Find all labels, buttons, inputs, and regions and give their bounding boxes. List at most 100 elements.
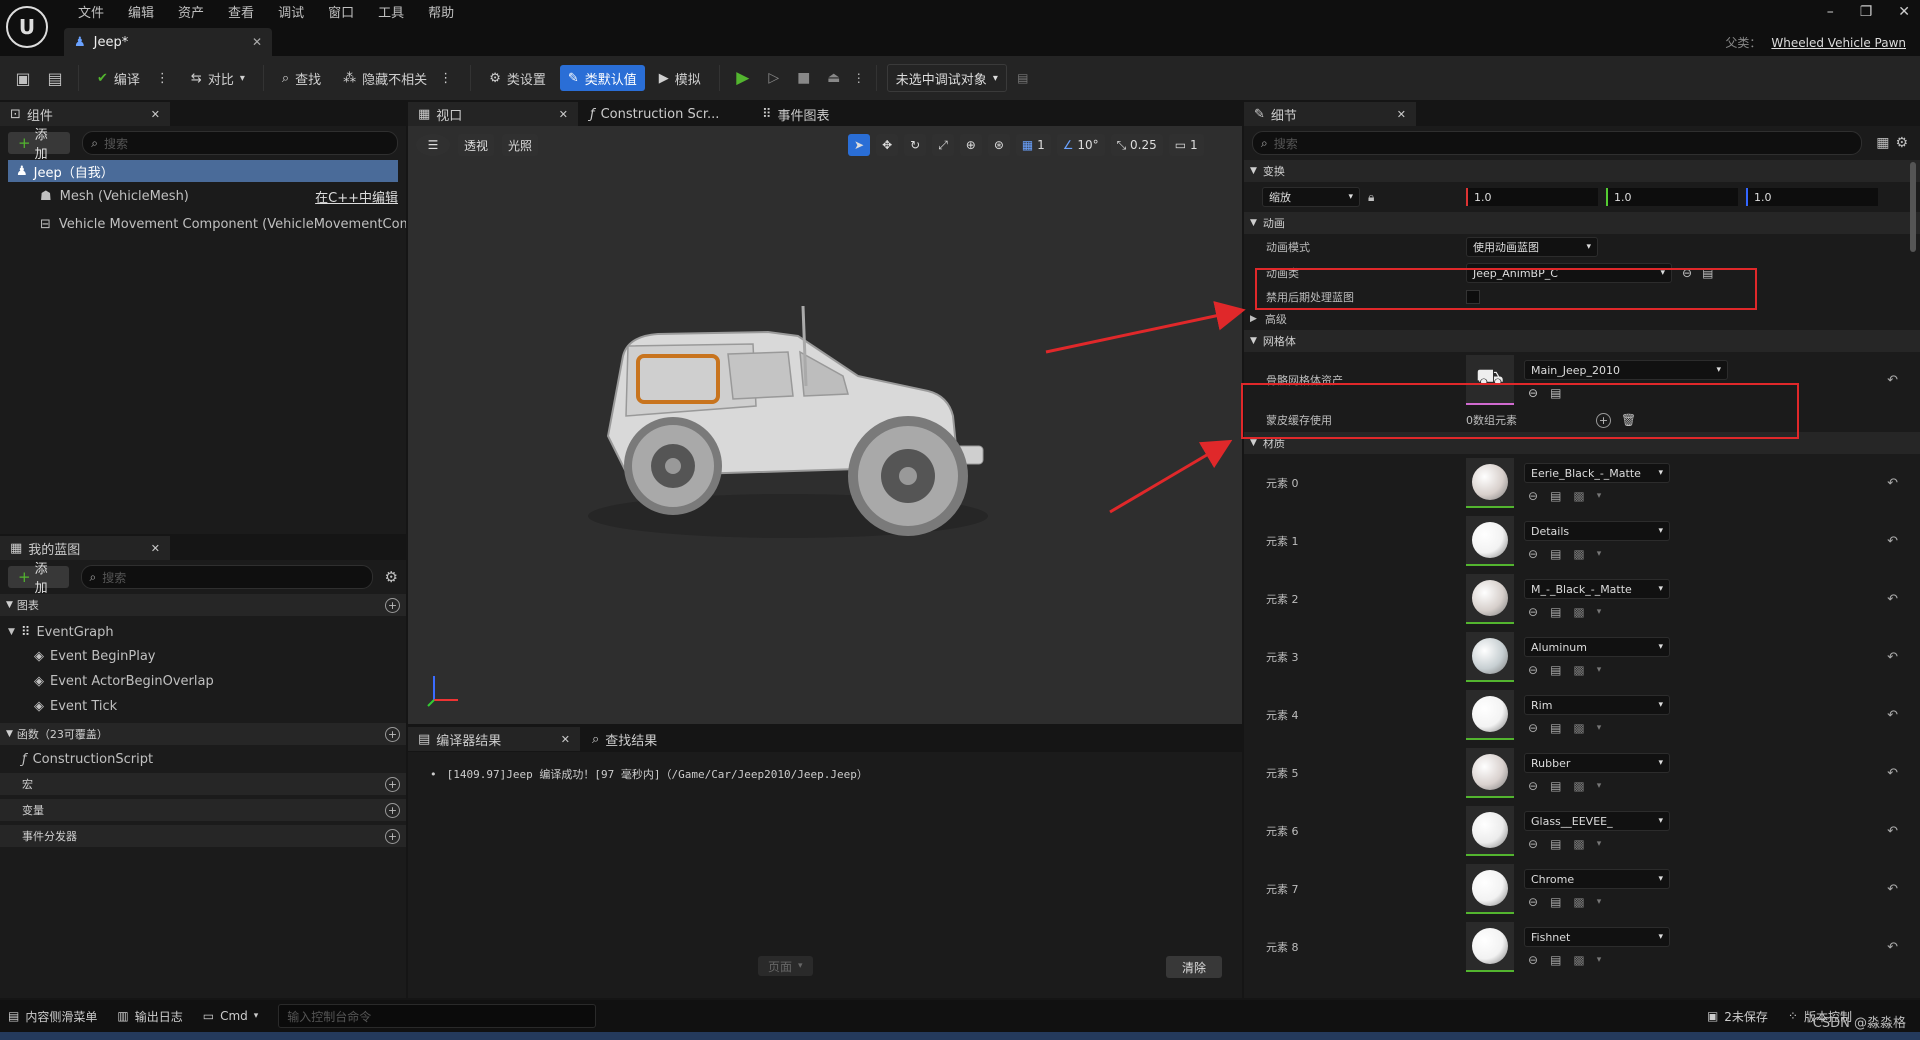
menu-help[interactable]: 帮助 (416, 2, 466, 21)
tab-viewport[interactable]: ▦ 视口 ✕ (408, 102, 578, 126)
close-icon[interactable]: ✕ (151, 108, 160, 121)
animation-section[interactable]: ▼ 动画 (1244, 212, 1920, 234)
minimize-icon[interactable]: – (1827, 4, 1834, 20)
viewport-menu-icon[interactable]: ☰ (416, 134, 450, 156)
components-tab[interactable]: ⊡ 组件 ✕ (0, 102, 170, 126)
class-defaults-button[interactable]: ✎ 类默认值 (559, 65, 645, 91)
camera-speed-button[interactable]: ▭ 1 (1168, 134, 1204, 156)
checker-icon[interactable]: ▩ (1573, 489, 1584, 503)
checker-icon[interactable]: ▩ (1573, 779, 1584, 793)
use-selected-icon[interactable]: ⊖ (1528, 895, 1538, 909)
scale-mode-select[interactable]: 缩放 ▾ (1262, 187, 1360, 207)
content-drawer-button[interactable]: ▤ 内容侧滑菜单 (8, 1008, 97, 1025)
browse-icon[interactable]: ▤ (1550, 547, 1561, 561)
material-thumbnail[interactable] (1466, 458, 1514, 508)
macros-section[interactable]: 宏 + (0, 773, 406, 795)
event-item[interactable]: ◈ Event ActorBeginOverlap (0, 669, 406, 694)
lit-button[interactable]: 光照 (502, 134, 539, 156)
material-thumbnail[interactable] (1466, 806, 1514, 856)
scale-x-field[interactable]: 1.0 (1466, 188, 1598, 206)
event-graph-item[interactable]: ▼ ⠿ EventGraph (0, 620, 406, 644)
reset-arrow-icon[interactable]: ↶ (1887, 373, 1898, 388)
close-icon[interactable]: ✕ (561, 733, 570, 746)
use-selected-icon[interactable]: ⊖ (1528, 489, 1538, 503)
add-macro-icon[interactable]: + (385, 776, 400, 792)
reset-arrow-icon[interactable]: ↶ (1887, 824, 1898, 839)
material-select[interactable]: Details ▾ (1524, 521, 1670, 541)
menu-file[interactable]: 文件 (66, 2, 116, 21)
gear-icon[interactable]: ⚙ (385, 568, 398, 586)
material-select[interactable]: Glass__EEVEE_ ▾ (1524, 811, 1670, 831)
step-icon[interactable]: ▷ (762, 70, 786, 86)
stop-icon[interactable]: ■ (792, 70, 816, 86)
scale-icon[interactable]: ⤢ (932, 134, 954, 156)
material-select[interactable]: Rim ▾ (1524, 695, 1670, 715)
browse-icon[interactable]: ▤ (1550, 953, 1561, 967)
find-button[interactable]: ⌕ 查找 (274, 65, 329, 91)
browse-icon[interactable]: ▤ (1550, 605, 1561, 619)
play-icon[interactable]: ▶ (730, 68, 756, 88)
table-view-icon[interactable]: ▦ (1876, 135, 1889, 151)
component-item-root[interactable]: ♟ Jeep（自我） (8, 160, 398, 182)
page-select[interactable]: 页面 ▾ (758, 956, 813, 976)
rotate-icon[interactable]: ↻ (904, 134, 927, 156)
close-icon[interactable]: ✕ (252, 35, 262, 49)
details-scrollbar[interactable] (1910, 162, 1916, 252)
use-selected-icon[interactable]: ⊖ (1528, 547, 1538, 561)
checker-icon[interactable]: ▩ (1573, 605, 1584, 619)
chevron-down-icon[interactable]: ▾ (1597, 607, 1602, 617)
graphs-section[interactable]: ▼ 图表 + (0, 594, 406, 616)
clear-button[interactable]: 清除 (1166, 956, 1223, 978)
browse-icon[interactable]: ▤ (1550, 663, 1561, 677)
chevron-down-icon[interactable]: ▾ (1597, 549, 1602, 559)
reset-arrow-icon[interactable]: ↶ (1887, 882, 1898, 897)
material-thumbnail[interactable] (1466, 922, 1514, 972)
functions-section[interactable]: ▼ 函数（23可覆盖） + (0, 723, 406, 745)
jeep-model[interactable] (568, 266, 1018, 566)
mesh-section[interactable]: ▼ 网格体 (1244, 330, 1920, 352)
cmd-select[interactable]: ▭ Cmd ▾ (203, 1009, 259, 1023)
reset-arrow-icon[interactable]: ↶ (1887, 766, 1898, 781)
menu-view[interactable]: 查看 (216, 2, 266, 21)
edit-in-cpp-link[interactable]: 在C++中编辑 (315, 187, 398, 206)
scale-y-field[interactable]: 1.0 (1606, 188, 1738, 206)
compile-button[interactable]: ✔ 编译 ⋮ (89, 65, 177, 91)
add-dispatcher-icon[interactable]: + (385, 828, 400, 844)
material-thumbnail[interactable] (1466, 690, 1514, 740)
variables-section[interactable]: 变量 + (0, 799, 406, 821)
use-selected-icon[interactable]: ⊖ (1528, 663, 1538, 677)
gear-icon[interactable]: ⚙ (1895, 135, 1908, 151)
chevron-down-icon[interactable]: ▾ (1597, 897, 1602, 907)
use-selected-icon[interactable]: ⊖ (1528, 837, 1538, 851)
angle-snap-button[interactable]: ∠ 10° (1056, 134, 1105, 156)
perspective-button[interactable]: 透视 (458, 134, 495, 156)
restore-icon[interactable]: ❐ (1860, 4, 1873, 20)
material-select[interactable]: Rubber ▾ (1524, 753, 1670, 773)
reset-arrow-icon[interactable]: ↶ (1887, 534, 1898, 549)
class-settings-button[interactable]: ⚙ 类设置 (481, 65, 554, 91)
anim-mode-select[interactable]: 使用动画蓝图 ▾ (1466, 237, 1598, 257)
skeletal-mesh-select[interactable]: Main_Jeep_2010 ▾ (1524, 360, 1728, 380)
browse-icon[interactable]: ▤ (1550, 489, 1561, 503)
add-member-button[interactable]: + 添加 (8, 562, 69, 596)
browse-icon[interactable]: ▤ (1550, 895, 1561, 909)
add-graph-icon[interactable]: + (385, 597, 400, 613)
event-item[interactable]: ◈ Event Tick (0, 694, 406, 719)
checker-icon[interactable]: ▩ (1573, 547, 1584, 561)
eject-icon[interactable]: ⏏ (822, 70, 846, 86)
lock-icon[interactable]: 🔒︎ (1368, 190, 1458, 205)
hide-unrelated-button[interactable]: ⁂ 隐藏不相关 ⋮ (335, 65, 460, 91)
close-icon[interactable]: ✕ (559, 108, 568, 121)
components-search[interactable]: ⌕ 搜索 (82, 131, 398, 155)
select-mode-icon[interactable]: ➤ (848, 134, 871, 156)
add-component-button[interactable]: + 添加 (8, 128, 71, 162)
menu-tools[interactable]: 工具 (366, 2, 416, 21)
menu-edit[interactable]: 编辑 (116, 2, 166, 21)
debug-browse-icon[interactable]: ▤ (1013, 71, 1033, 85)
unsaved-button[interactable]: ▣ 2未保存 (1707, 1008, 1768, 1025)
material-select[interactable]: Aluminum ▾ (1524, 637, 1670, 657)
simulate-button[interactable]: ▶ 模拟 (651, 65, 709, 91)
material-select[interactable]: Chrome ▾ (1524, 869, 1670, 889)
translate-icon[interactable]: ✥ (876, 134, 899, 156)
add-function-icon[interactable]: + (385, 726, 400, 742)
